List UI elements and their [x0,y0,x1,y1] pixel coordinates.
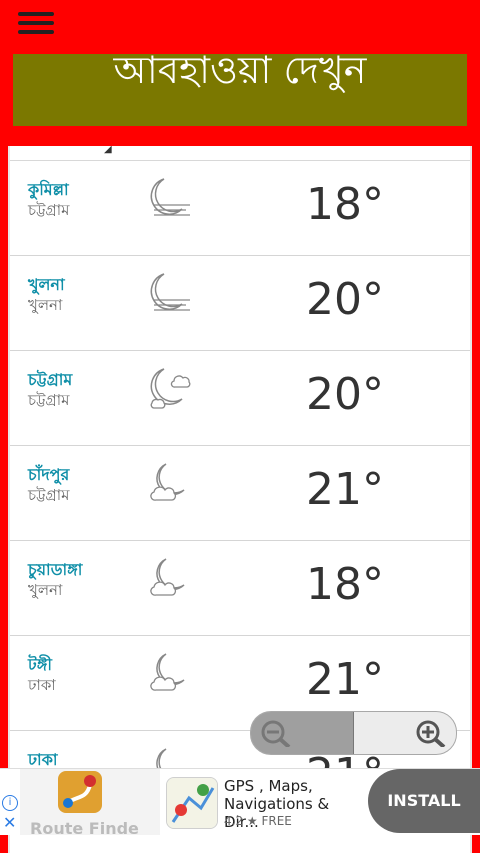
weather-row[interactable]: চুয়াডাঙ্গা খুলনা 18° [10,541,470,636]
weather-row[interactable]: খুলনা খুলনা 20° [10,256,470,351]
moon-cloud-icon [150,463,185,501]
page-title: আবহাওয়া দেখুন [113,54,367,92]
division-name: চট্টগ্রাম [28,486,70,504]
division-name: খুলনা [28,581,63,599]
close-icon[interactable]: ✕ [3,815,16,831]
list-top-edge: ◢ [10,146,470,161]
moon-cloud-icon [150,558,185,596]
zoom-out-icon [261,720,291,747]
ad-banner[interactable]: i ✕ Route Finde GPS , Maps, Navigations … [0,768,480,835]
division-name: ঢাকা [28,676,56,694]
moon-cloud-icon [150,368,191,409]
temperature: 18° [306,179,384,230]
install-button[interactable]: INSTALL [368,769,480,833]
moon-fog-icon [150,178,190,216]
zoom-control [250,711,457,755]
gps-app-icon [166,777,218,829]
temperature: 21° [306,464,384,515]
weather-row[interactable]: কুমিল্লা চট্টগ্রাম 18° [10,161,470,256]
zoom-in-icon [416,720,446,747]
division-name: চট্টগ্রাম [28,391,70,409]
info-icon[interactable]: i [2,795,18,811]
temperature: 20° [306,369,384,420]
zoom-out-button[interactable] [251,712,353,754]
page-title-banner: আবহাওয়া দেখুন [13,54,467,126]
moon-fog-icon [150,273,190,311]
ad-rating: 4.2 ★ FREE [224,814,292,828]
route-finder-icon [58,771,102,813]
weather-row[interactable]: চট্টগ্রাম চট্টগ্রাম 20° [10,351,470,446]
division-name: খুলনা [28,296,63,314]
ad-thumbnail[interactable]: Route Finde [20,769,160,835]
moon-cloud-icon [150,653,185,691]
temperature: 18° [306,559,384,610]
division-name: চট্টগ্রাম [28,201,70,219]
zoom-in-button[interactable] [354,712,456,754]
hamburger-menu-icon[interactable] [18,12,54,36]
weather-row[interactable]: চাঁদপুর চট্টগ্রাম 21° [10,446,470,541]
temperature: 20° [306,274,384,325]
ad-thumb-text: Route Finde [30,819,139,835]
temperature: 21° [306,654,384,705]
